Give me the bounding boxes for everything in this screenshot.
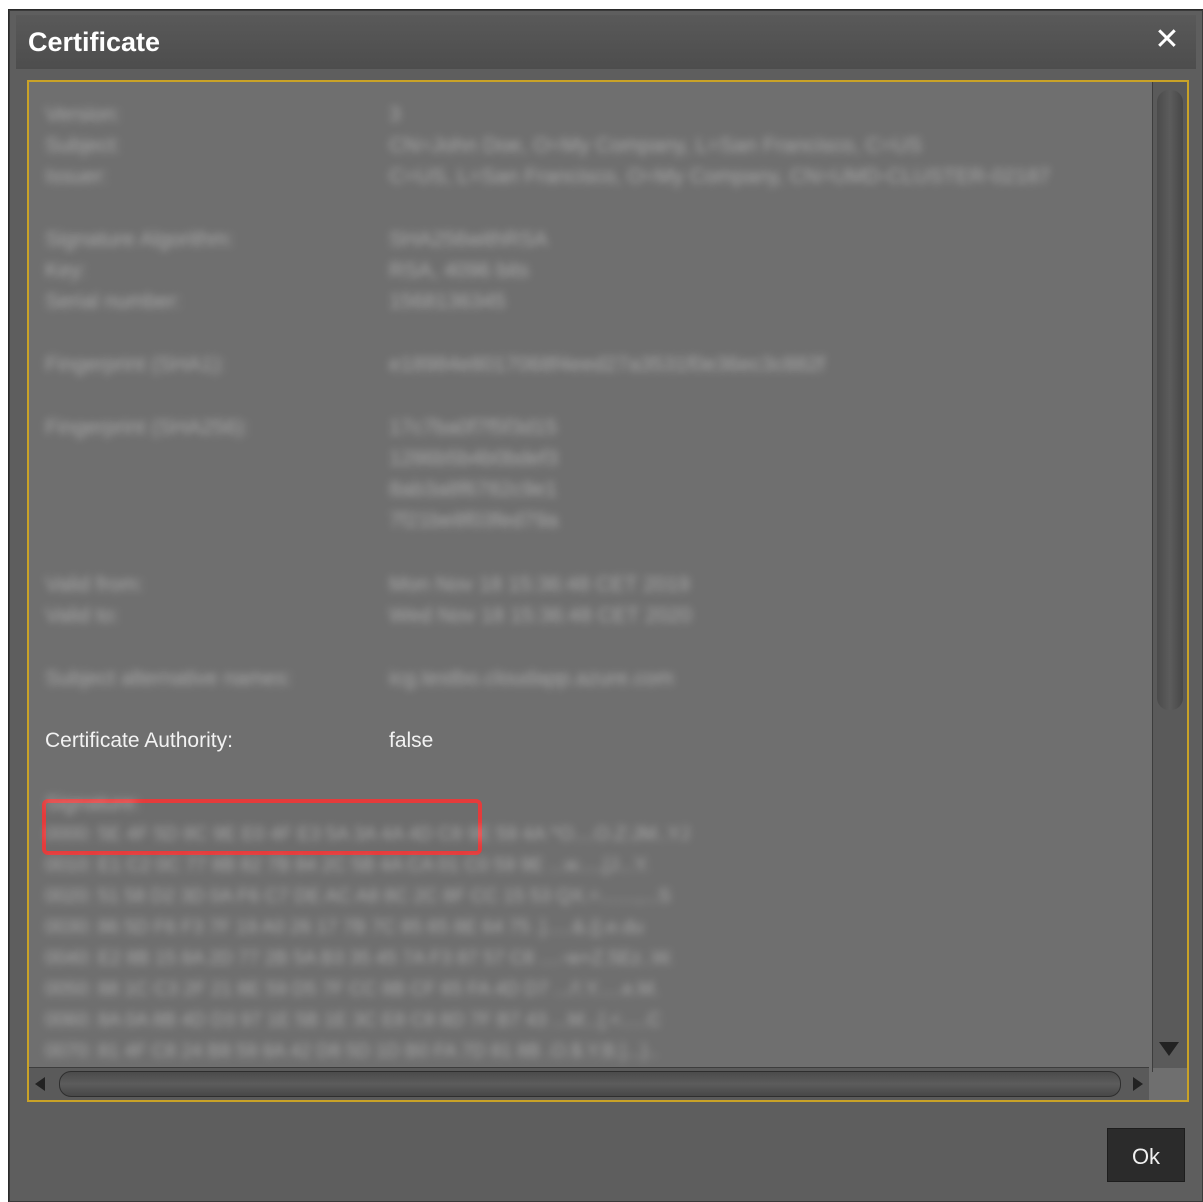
cert-value: RSA, 4096 bits — [389, 259, 530, 282]
cert-label: Subject: — [45, 134, 121, 157]
cert-value: CN=John Doe, O=My Company, L=San Francis… — [389, 134, 923, 157]
signature-hex-line: 0050: 88 1C C3 2F 21 8E 59 D5 7F CC 8B C… — [45, 979, 660, 1000]
arrow-left-icon[interactable] — [35, 1077, 45, 1091]
cert-value: SHA256withRSA — [389, 228, 548, 251]
certificate-authority-label: Certificate Authority: — [45, 729, 233, 752]
cert-value: C=US, L=San Francisco, O=My Company, CN=… — [389, 165, 1051, 188]
cert-value: Wed Nov 18 15:36:48 CET 2020 — [389, 604, 692, 627]
signature-hex-line: 0030: 86 5D F6 F3 7F 19 A0 26 17 7B 7C 8… — [45, 917, 644, 938]
signature-hex-line: 0010: E1 C2 0C 77 8B 82 7B 84 2C 5B 4A C… — [45, 855, 650, 876]
cert-value: 7f21be8f03fed79a — [389, 509, 559, 532]
vertical-scroll-thumb[interactable] — [1157, 90, 1183, 710]
cert-label: Version: — [45, 103, 121, 126]
cert-label: Valid from: — [45, 573, 144, 596]
signature-hex-line: 0060: 8A 0A 8B 4D D3 97 1E 5B 1E 3C E8 C… — [45, 1010, 662, 1031]
cert-value: 3 — [389, 103, 401, 126]
horizontal-scrollbar[interactable] — [29, 1067, 1149, 1100]
close-icon[interactable]: ✕ — [1152, 25, 1182, 55]
signature-hex-line: 0040: E2 8B 15 8A 2D 77 2B 5A B3 35 45 7… — [45, 948, 674, 969]
cert-value: 8ab3a8f6782c9e1 — [389, 478, 558, 501]
dialog-titlebar: Certificate ✕ — [16, 15, 1196, 69]
cert-label: Issuer: — [45, 165, 109, 188]
cert-label: Serial number: — [45, 290, 182, 313]
certificate-details-list: Version: 3 Subject: CN=John Doe, O=My Co… — [29, 82, 1149, 1068]
cert-label: Key: — [45, 259, 88, 282]
dialog-title: Certificate — [28, 27, 161, 57]
cert-label: Signature: — [45, 792, 141, 815]
horizontal-scroll-thumb[interactable] — [59, 1071, 1121, 1097]
scrollbar-corner — [1153, 1068, 1187, 1100]
signature-hex-line: 0020: 51 58 D2 3D 0A F6 C7 DE AC A8 8C 2… — [45, 886, 671, 907]
signature-hex-line: 0070: 81 4F C8 24 B8 59 8A 42 D8 5D 1D B… — [45, 1041, 659, 1062]
cert-label: Fingerprint (SHA1): — [45, 353, 226, 376]
cert-value: 1286b5b4b0bdef3 — [389, 447, 559, 470]
arrow-right-icon[interactable] — [1133, 1077, 1143, 1091]
cert-value: 17c7ba0f7f5f3d15 — [389, 416, 558, 439]
cert-label: Valid to: — [45, 604, 120, 627]
certificate-dialog: Certificate ✕ Version: 3 Subject: CN=Joh… — [9, 10, 1203, 1202]
cert-value: Mon Nov 18 15:36:48 CET 2019 — [389, 573, 690, 596]
cert-value: e18984e8017068f4eed27a3531f0e36ec3c882f — [389, 353, 825, 376]
cert-label: Subject alternative names: — [45, 667, 293, 690]
certificate-details-panel[interactable]: Version: 3 Subject: CN=John Doe, O=My Co… — [27, 80, 1189, 1102]
cert-value: icg.testbo.cloudapp.azure.com — [389, 667, 674, 690]
ok-button[interactable]: Ok — [1107, 1128, 1185, 1182]
arrow-down-icon[interactable] — [1159, 1042, 1179, 1056]
signature-hex-line: 0000: 5E 4F 5D 8C 9E E0 4F E3 5A 3A 4A 4… — [45, 824, 690, 845]
certificate-authority-value: false — [389, 729, 434, 752]
cert-label: Fingerprint (SHA256): — [45, 416, 250, 439]
cert-value: 1568136345 — [389, 290, 506, 313]
vertical-scrollbar[interactable] — [1152, 82, 1187, 1072]
cert-label: Signature Algorithm: — [45, 228, 235, 251]
